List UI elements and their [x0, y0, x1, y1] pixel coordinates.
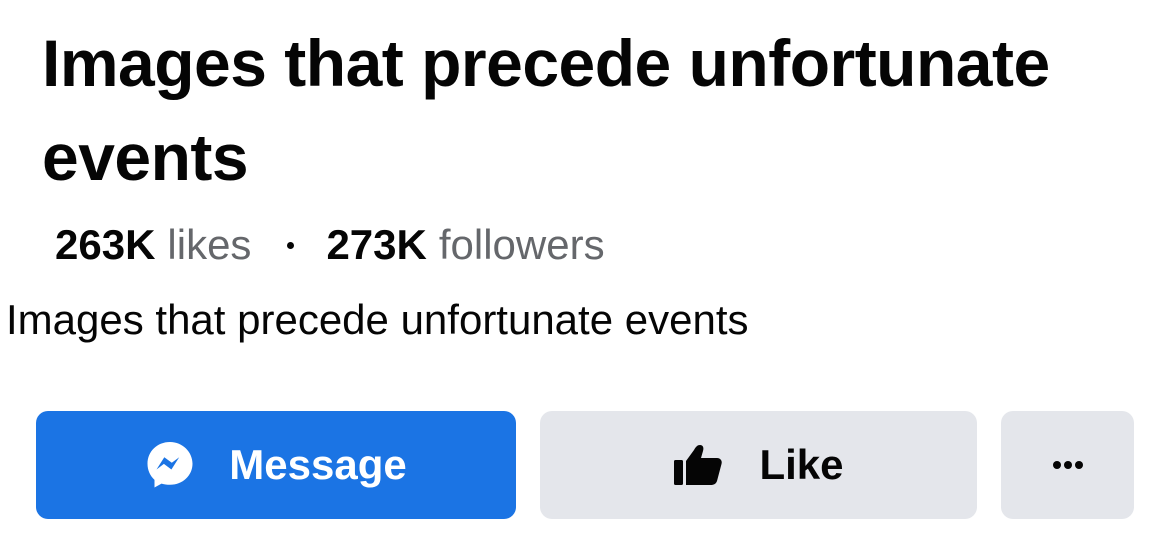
likes-label[interactable]: likes	[167, 218, 251, 272]
followers-count[interactable]: 273K	[326, 218, 426, 272]
messenger-icon	[145, 440, 195, 490]
more-options-button[interactable]	[1001, 411, 1134, 519]
likes-count[interactable]: 263K	[55, 218, 155, 272]
message-button-label: Message	[229, 441, 407, 488]
like-button[interactable]: Like	[540, 411, 977, 519]
followers-label[interactable]: followers	[439, 218, 605, 272]
more-options-icon	[1052, 460, 1084, 470]
message-button[interactable]: Message	[36, 411, 516, 519]
page-stats: 263K likes 273K followers	[55, 218, 605, 272]
separator-dot	[287, 241, 295, 249]
thumbs-up-icon	[673, 444, 723, 486]
page-description: Images that precede unfortunate events	[6, 296, 749, 343]
like-button-label: Like	[759, 441, 844, 488]
page-title: Images that precede unfortunate events	[42, 26, 1050, 194]
